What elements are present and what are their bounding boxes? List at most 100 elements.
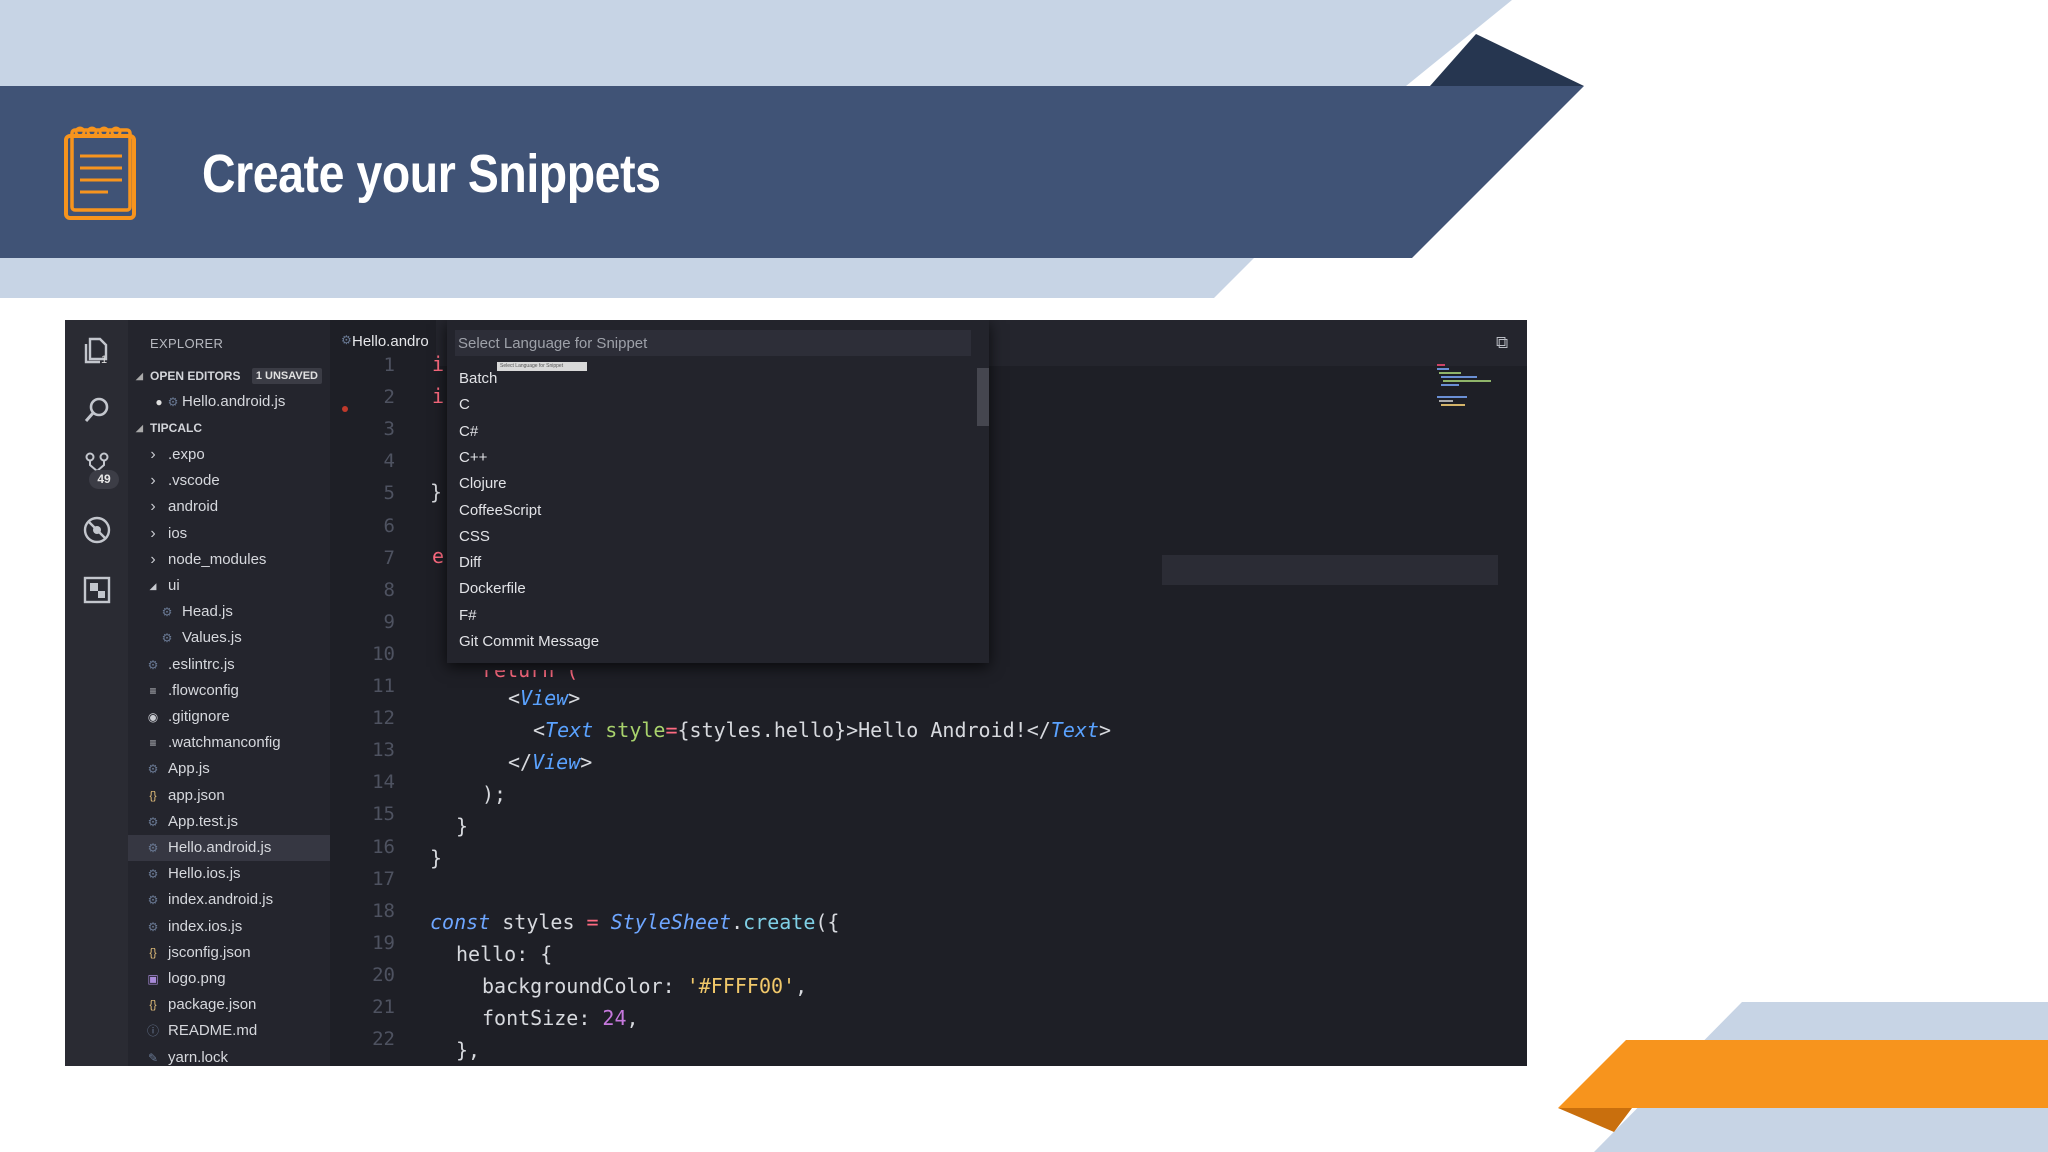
js-file-icon: ⚙ xyxy=(147,867,159,882)
file-tree-item[interactable]: ⚙ App.js xyxy=(128,756,330,782)
file-tree-item[interactable]: ⚙ .eslintrc.js xyxy=(128,652,330,678)
chevron-right-icon: › xyxy=(150,498,156,516)
notepad-icon xyxy=(64,126,136,220)
debug-icon[interactable] xyxy=(81,514,113,546)
file-tree-item[interactable]: ⚙ App.test.js xyxy=(128,809,330,835)
code-line-21: fontSize: 24, xyxy=(482,1006,639,1030)
search-icon[interactable] xyxy=(81,394,113,426)
js-file-icon: ⚙ xyxy=(147,657,159,672)
file-tree-item[interactable]: {} app.json xyxy=(128,783,330,809)
file-tree-item[interactable]: › node_modules xyxy=(128,547,330,573)
code-line-2: i xyxy=(432,384,445,408)
code-line-8: e xyxy=(432,544,445,568)
open-changes-icon[interactable]: ⧉ xyxy=(1496,333,1508,353)
language-option[interactable]: CoffeeScript xyxy=(459,498,541,524)
extensions-icon[interactable] xyxy=(81,574,113,606)
code-line-14: ); xyxy=(482,782,507,806)
file-tree-item-label: index.ios.js xyxy=(168,917,243,935)
code-line-13: </View> xyxy=(508,750,593,774)
chevron-right-icon: › xyxy=(150,550,156,568)
json-file-icon: {} xyxy=(149,946,157,959)
tipcalc-section[interactable]: ◢ TIPCALC xyxy=(128,416,330,440)
js-file-icon: ⚙ xyxy=(147,841,159,855)
code-line-1: i xyxy=(432,352,445,376)
file-tree-item-label: app.json xyxy=(168,786,225,804)
file-tree-item[interactable]: ⚙ index.ios.js xyxy=(128,914,330,940)
language-option[interactable]: C++ xyxy=(459,445,487,471)
file-tree-item-label: ui xyxy=(168,577,180,594)
json-file-icon: {} xyxy=(149,999,157,1012)
code-line-16: } xyxy=(430,846,443,870)
file-tree-item-label: Hello.android.js xyxy=(168,839,272,856)
language-option[interactable]: C xyxy=(459,392,470,418)
file-tree-item-label: index.android.js xyxy=(168,891,274,909)
language-option[interactable]: CSS xyxy=(459,524,490,550)
unsaved-dot-icon[interactable]: ● xyxy=(152,389,166,415)
js-file-icon: ⚙ xyxy=(147,814,159,829)
line-number: 11 xyxy=(372,675,395,697)
chevron-right-icon: › xyxy=(150,524,156,542)
line-number: 14 xyxy=(372,771,395,794)
language-option[interactable]: Diff xyxy=(459,550,481,576)
file-tree-item-label: Hello.ios.js xyxy=(168,865,241,883)
file-tree-item[interactable]: ◉ .gitignore xyxy=(128,704,330,730)
file-tree-item[interactable]: ≡ .flowconfig xyxy=(128,678,330,704)
lock-file-icon: ✎ xyxy=(147,1050,159,1065)
file-tree-item[interactable]: ⚙ Hello.ios.js xyxy=(128,861,330,887)
code-line-20: backgroundColor: '#FFFF00', xyxy=(482,974,808,998)
line-number: 15 xyxy=(372,803,395,826)
language-quick-pick: Select Language for Snippet BatchCC#C++C… xyxy=(447,320,989,663)
line-number: 2 xyxy=(383,386,395,409)
line-number: 10 xyxy=(372,642,395,665)
line-number: 20 xyxy=(372,963,395,986)
slide-title: Create your Snippets xyxy=(202,144,661,204)
file-tree-item[interactable]: ⓘ README.md xyxy=(128,1018,330,1044)
code-line-18: const styles = StyleSheet.create({ xyxy=(430,910,840,934)
file-tree-item[interactable]: ⚙ Hello.android.js xyxy=(128,835,330,861)
file-tree-item[interactable]: ⚙ Values.js xyxy=(128,625,330,651)
file-tree-item[interactable]: › android xyxy=(128,494,330,520)
file-tree-item[interactable]: › ios xyxy=(128,521,330,547)
file-tree-item[interactable]: ◢ ui xyxy=(128,573,330,599)
files-icon[interactable] xyxy=(81,334,113,366)
input-tooltip: Select Language for Snippet xyxy=(497,362,587,371)
file-tree-item[interactable]: ▣ logo.png xyxy=(128,966,330,992)
line-number: 17 xyxy=(372,867,395,890)
js-file-icon: ⚙ xyxy=(147,893,159,908)
file-tree-item[interactable]: › .vscode xyxy=(128,468,330,494)
chevron-right-icon: › xyxy=(150,446,156,463)
open-editor-item[interactable]: ● ⚙ Hello.android.js xyxy=(128,389,330,415)
file-tree-item-label: .gitignore xyxy=(168,708,230,725)
open-editors-section[interactable]: ◢ OPEN EDITORS 1 UNSAVED xyxy=(128,364,330,388)
language-option[interactable]: F# xyxy=(459,603,477,629)
language-option[interactable]: Git Commit Message xyxy=(459,629,599,655)
config-file-icon: ≡ xyxy=(149,736,157,751)
current-line-highlight xyxy=(1162,555,1498,585)
code-line-6: } xyxy=(430,480,443,504)
file-tree-item[interactable]: ⚙ index.android.js xyxy=(128,887,330,913)
file-tree-item-label: node_modules xyxy=(168,550,267,568)
file-tree-item-label: package.json xyxy=(168,996,257,1014)
minimap[interactable] xyxy=(1435,362,1505,422)
collapse-triangle-icon: ◢ xyxy=(136,423,143,433)
file-tree-item-label: .vscode xyxy=(168,472,220,490)
snippet-language-input[interactable] xyxy=(455,330,971,356)
line-number: 19 xyxy=(372,931,395,954)
language-option[interactable]: Dockerfile xyxy=(459,576,526,602)
file-tree-item[interactable]: ✎ yarn.lock xyxy=(128,1045,330,1066)
quick-pick-scrollbar[interactable] xyxy=(977,368,989,426)
language-option[interactable]: Batch xyxy=(459,366,497,392)
file-tree-item[interactable]: ⚙ Head.js xyxy=(128,599,330,625)
file-tree-item[interactable]: › .expo xyxy=(128,442,330,468)
file-tree-item[interactable]: {} package.json xyxy=(128,992,330,1018)
line-number: 12 xyxy=(372,707,395,730)
code-line-15: } xyxy=(456,814,469,838)
language-option[interactable]: C# xyxy=(459,419,478,445)
file-tree-item[interactable]: ≡ .watchmanconfig xyxy=(128,730,330,756)
language-option[interactable]: Clojure xyxy=(459,471,507,497)
file-tree-item-label: yarn.lock xyxy=(168,1048,229,1066)
js-file-icon: ⚙ xyxy=(147,919,159,934)
file-tree-item[interactable]: {} jsconfig.json xyxy=(128,940,330,966)
line-number: 3 xyxy=(383,418,395,441)
file-tree-item-label: .expo xyxy=(168,446,205,463)
